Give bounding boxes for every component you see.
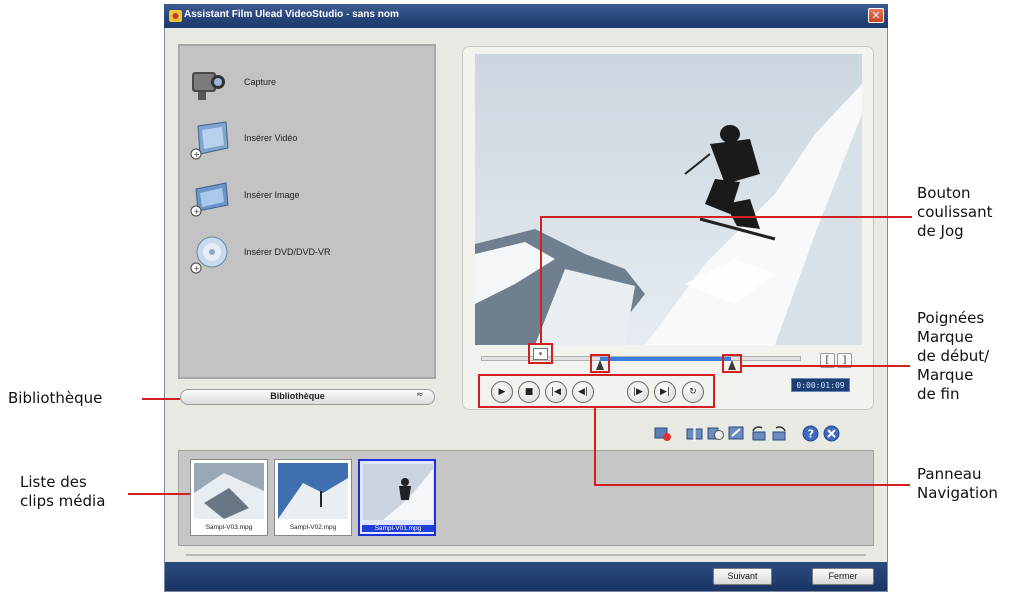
trim-range: [600, 357, 731, 361]
insert-video-label: Insérer Vidéo: [244, 133, 298, 143]
rotate-right-icon[interactable]: [771, 425, 788, 442]
svg-text:?: ?: [808, 428, 814, 441]
svg-text:+: +: [193, 207, 200, 216]
enhance-icon[interactable]: [728, 425, 745, 442]
navigation-leader-vertical: [594, 408, 596, 486]
bottom-bar: [165, 562, 887, 591]
jog-leader-vertical: [540, 216, 542, 344]
import-icon[interactable]: [654, 425, 671, 442]
insert-dvd-button[interactable]: + Insérer DVD/DVD-VR: [188, 232, 418, 280]
insert-image-button[interactable]: + Insérer Image: [188, 175, 418, 223]
insert-image-icon: +: [190, 182, 229, 217]
clip-name: Sampl-V03.mpg: [205, 524, 253, 531]
chevron-up-icon: ≈: [416, 390, 424, 400]
media-scrollbar[interactable]: [186, 554, 866, 556]
media-clip[interactable]: Sampl-V03.mpg: [190, 459, 268, 536]
help-icon[interactable]: ?: [802, 425, 819, 442]
jog-slider-callout: Bouton coulissant de Jog: [917, 184, 993, 240]
capture-button[interactable]: Capture: [188, 62, 418, 110]
clip-name: Sampl-V02.mpg: [289, 524, 337, 531]
rotate-left-icon[interactable]: [750, 425, 767, 442]
insert-video-button[interactable]: + Insérer Vidéo: [188, 118, 418, 166]
library-button-label: Bibliothèque: [270, 391, 325, 401]
insert-dvd-label: Insérer DVD/DVD-VR: [244, 247, 331, 257]
library-leader: [142, 398, 180, 400]
library-callout: Bibliothèque: [8, 389, 103, 407]
navigation-leader-horizontal: [594, 484, 910, 486]
clip-thumbnail: [363, 464, 433, 520]
close-window-button[interactable]: ✕: [868, 8, 884, 23]
camcorder-icon: [192, 72, 225, 100]
media-list-callout: Liste des clips média: [20, 473, 106, 510]
next-button[interactable]: Suivant: [713, 568, 772, 585]
clip-thumbnail: [278, 463, 348, 519]
media-clip-selected[interactable]: Sampl-V01.mpg: [358, 459, 436, 536]
media-clip[interactable]: Sampl-V02.mpg: [274, 459, 352, 536]
insert-video-icon: +: [190, 121, 229, 160]
mark-out-callout-box: [722, 354, 742, 373]
clip-thumbnail: [194, 463, 264, 519]
capture-label: Capture: [244, 77, 277, 87]
clip-name: Sampl-V01.mpg: [362, 525, 434, 532]
svg-text:+: +: [193, 264, 200, 273]
multi-trim-icon[interactable]: [707, 425, 724, 442]
split-icon[interactable]: [686, 425, 703, 442]
timecode-display[interactable]: 0:00:01:09: [791, 378, 850, 392]
navigation-panel-callout: Panneau Navigation: [917, 465, 998, 502]
navigation-callout-box: [478, 374, 715, 408]
window-title: Assistant Film Ulead VideoStudio - sans …: [184, 9, 399, 20]
svg-text:+: +: [193, 150, 200, 159]
app-icon: [169, 10, 182, 22]
trim-leader: [742, 365, 910, 367]
jog-callout-box: [528, 343, 553, 364]
dvd-icon: +: [190, 236, 228, 274]
jog-leader-horizontal: [540, 216, 912, 218]
video-preview: [475, 54, 862, 345]
mark-in-callout-box: [590, 354, 610, 373]
close-button[interactable]: Fermer: [812, 568, 874, 585]
insert-image-label: Insérer Image: [244, 190, 300, 200]
media-list-leader: [128, 493, 190, 495]
trim-handles-callout: Poignées Marque de début/ Marque de fin: [917, 309, 990, 403]
delete-icon[interactable]: [823, 425, 840, 442]
